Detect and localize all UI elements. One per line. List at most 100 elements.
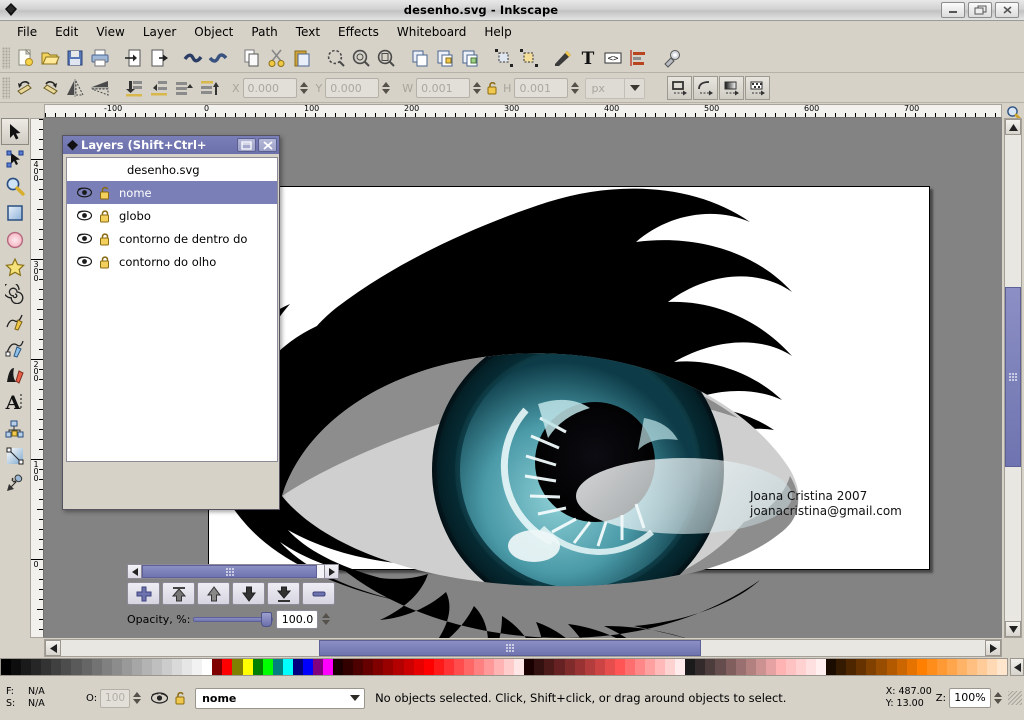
palette-swatch[interactable] <box>624 659 635 675</box>
h-stepper[interactable] <box>569 78 581 98</box>
palette-swatch[interactable] <box>172 659 183 675</box>
affect-rounded-corners-icon[interactable] <box>693 76 719 100</box>
delete-layer-button[interactable] <box>302 582 335 605</box>
palette-swatch[interactable] <box>876 659 887 675</box>
canvas-horizontal-scrollbar[interactable] <box>44 639 1002 657</box>
palette-swatch[interactable] <box>141 659 152 675</box>
palette-swatch[interactable] <box>1 659 12 675</box>
rectangle-tool[interactable] <box>1 199 29 226</box>
bezier-pen-tool[interactable] <box>1 334 29 361</box>
import-document-icon[interactable] <box>121 45 146 70</box>
align-distribute-icon[interactable] <box>625 45 650 70</box>
palette-swatch[interactable] <box>242 659 253 675</box>
opacity-slider-knob[interactable] <box>261 612 273 627</box>
dropper-tool[interactable] <box>1 469 29 496</box>
redo-icon[interactable] <box>205 45 230 70</box>
palette-swatch[interactable] <box>101 659 112 675</box>
palette-swatch[interactable] <box>715 659 726 675</box>
palette-swatch[interactable] <box>252 659 263 675</box>
zoom-tool[interactable] <box>1 172 29 199</box>
layer-opacity-stepper[interactable] <box>320 610 332 629</box>
palette-swatch[interactable] <box>987 659 998 675</box>
star-tool[interactable] <box>1 253 29 280</box>
layers-dialog[interactable]: Layers (Shift+Ctrl+ desenho.svg nome glo… <box>62 135 339 629</box>
layer-visibility-eye-icon[interactable] <box>148 692 170 704</box>
affect-patterns-icon[interactable] <box>745 76 771 100</box>
layer-selector[interactable]: nome <box>195 687 366 709</box>
palette-swatch[interactable] <box>282 659 293 675</box>
rotate-90-cw-icon[interactable] <box>37 76 62 101</box>
palette-swatch[interactable] <box>906 659 917 675</box>
palette-swatch[interactable] <box>745 659 756 675</box>
zoom-selection-icon[interactable] <box>323 45 348 70</box>
palette-swatch[interactable] <box>634 659 645 675</box>
undo-icon[interactable] <box>180 45 205 70</box>
eye-icon[interactable] <box>75 233 93 244</box>
layer-row-globo[interactable]: globo <box>67 204 277 227</box>
palette-swatch[interactable] <box>373 659 384 675</box>
menu-help[interactable]: Help <box>475 23 520 41</box>
lower-one-step-icon[interactable] <box>146 76 171 101</box>
paste-icon[interactable] <box>289 45 314 70</box>
text-tool-icon[interactable]: T <box>575 45 600 70</box>
palette-swatch[interactable] <box>775 659 786 675</box>
raise-layer-button[interactable] <box>197 582 230 605</box>
palette-swatch[interactable] <box>131 659 142 675</box>
layers-scroll-track[interactable] <box>142 565 324 578</box>
object-properties-icon[interactable] <box>516 45 541 70</box>
palette-swatch[interactable] <box>926 659 937 675</box>
canvas-vertical-scrollbar[interactable] <box>1004 118 1022 638</box>
ungroup-icon[interactable] <box>457 45 482 70</box>
palette-swatch[interactable] <box>685 659 696 675</box>
palette-swatch[interactable] <box>886 659 897 675</box>
rotate-90-ccw-icon[interactable] <box>12 76 37 101</box>
horizontal-ruler[interactable]: -100 0 100 200 300 400 500 600 700 <box>44 104 1002 118</box>
palette-swatch[interactable] <box>192 659 203 675</box>
palette-swatch[interactable] <box>856 659 867 675</box>
eye-icon[interactable] <box>75 210 93 221</box>
palette-swatch[interactable] <box>504 659 515 675</box>
layers-horizontal-scrollbar[interactable] <box>127 564 339 579</box>
minimize-button[interactable] <box>941 2 965 18</box>
palette-swatch[interactable] <box>333 659 344 675</box>
palette-swatch[interactable] <box>524 659 535 675</box>
lower-to-bottom-icon[interactable] <box>121 76 146 101</box>
palette-swatch[interactable] <box>795 659 806 675</box>
chevron-down-icon[interactable] <box>624 78 644 98</box>
lock-icon[interactable] <box>93 255 115 269</box>
palette-swatch[interactable] <box>262 659 273 675</box>
menu-effects[interactable]: Effects <box>329 23 388 41</box>
palette-swatches[interactable] <box>0 658 1008 676</box>
y-input[interactable]: 0.000 <box>325 78 380 98</box>
unlock-icon[interactable] <box>93 186 115 200</box>
vertical-scroll-thumb[interactable] <box>1005 287 1021 467</box>
zoom-page-icon[interactable] <box>373 45 398 70</box>
lower-layer-button[interactable] <box>232 582 265 605</box>
palette-swatch[interactable] <box>11 659 22 675</box>
unit-select[interactable]: px <box>585 77 646 99</box>
ellipse-tool[interactable] <box>1 226 29 253</box>
cut-icon[interactable] <box>264 45 289 70</box>
layer-row-contorno-olho[interactable]: contorno do olho <box>67 250 277 273</box>
palette-swatch[interactable] <box>443 659 454 675</box>
open-document-icon[interactable] <box>37 45 62 70</box>
palette-swatch[interactable] <box>484 659 495 675</box>
flip-vertical-icon[interactable] <box>87 76 112 101</box>
tool-options-grip[interactable] <box>2 77 10 99</box>
palette-swatch[interactable] <box>997 659 1008 675</box>
palette-swatch[interactable] <box>725 659 736 675</box>
spiral-tool[interactable] <box>1 280 29 307</box>
palette-swatch[interactable] <box>312 659 323 675</box>
layers-scroll-right-arrow[interactable] <box>324 565 338 578</box>
palette-swatch[interactable] <box>896 659 907 675</box>
palette-swatch[interactable] <box>916 659 927 675</box>
fill-stroke-indicator[interactable]: F: N/A S: N/A <box>0 686 80 710</box>
palette-swatch[interactable] <box>71 659 82 675</box>
palette-swatch[interactable] <box>564 659 575 675</box>
palette-swatch[interactable] <box>514 659 525 675</box>
raise-one-step-icon[interactable] <box>171 76 196 101</box>
copy-icon[interactable] <box>239 45 264 70</box>
lock-icon[interactable] <box>93 232 115 246</box>
palette-swatch[interactable] <box>383 659 394 675</box>
palette-swatch[interactable] <box>182 659 193 675</box>
